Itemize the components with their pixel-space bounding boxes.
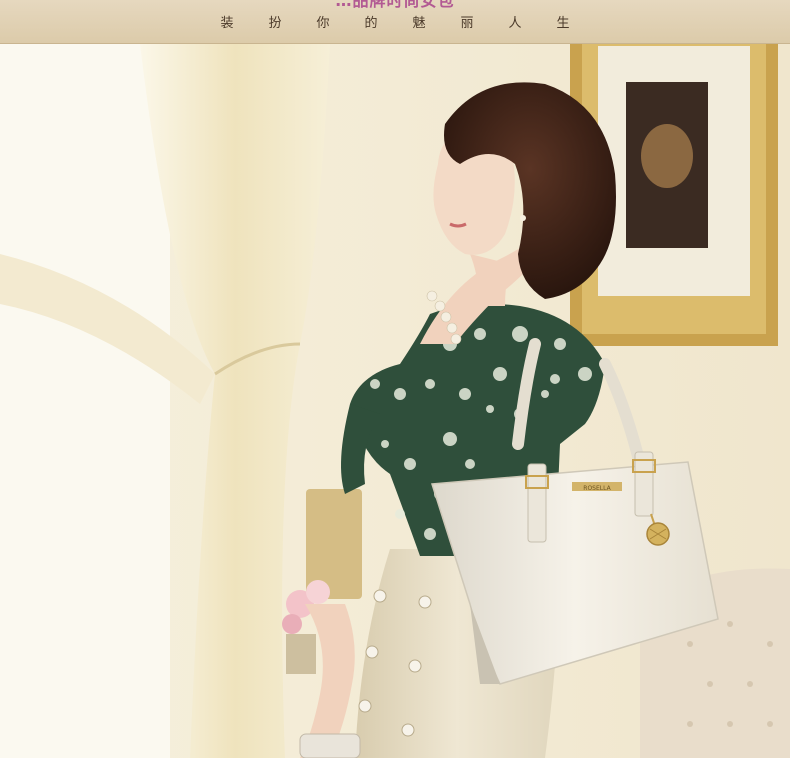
bag-tab-right [634,451,654,517]
model-photo: ROSELLA [0,44,790,758]
photo-scene: ROSELLA [0,44,790,758]
top-banner: …品牌时尚女包 装 扮 你 的 魅 丽 人 生 [0,0,790,44]
clutch [299,733,361,758]
bag-logo-text: ROSELLA [583,485,611,492]
banner-headline: …品牌时尚女包 [335,0,455,10]
slogan-char: 魅 [412,16,426,31]
window-light [0,44,170,758]
slogan: 装 扮 你 的 魅 丽 人 生 [0,12,790,31]
painting-figure [641,124,693,188]
slogan-char: 人 [508,16,522,31]
earring [520,215,526,221]
slogan-char: 的 [364,16,378,31]
slogan-char: 生 [556,16,570,31]
slogan-char: 扮 [268,16,282,31]
slogan-char: 装 [220,16,234,31]
slogan-char: 你 [316,16,330,31]
product-photo-page: …品牌时尚女包 装 扮 你 的 魅 丽 人 生 ROSELLA [0,0,790,758]
slogan-char: 丽 [460,16,474,31]
